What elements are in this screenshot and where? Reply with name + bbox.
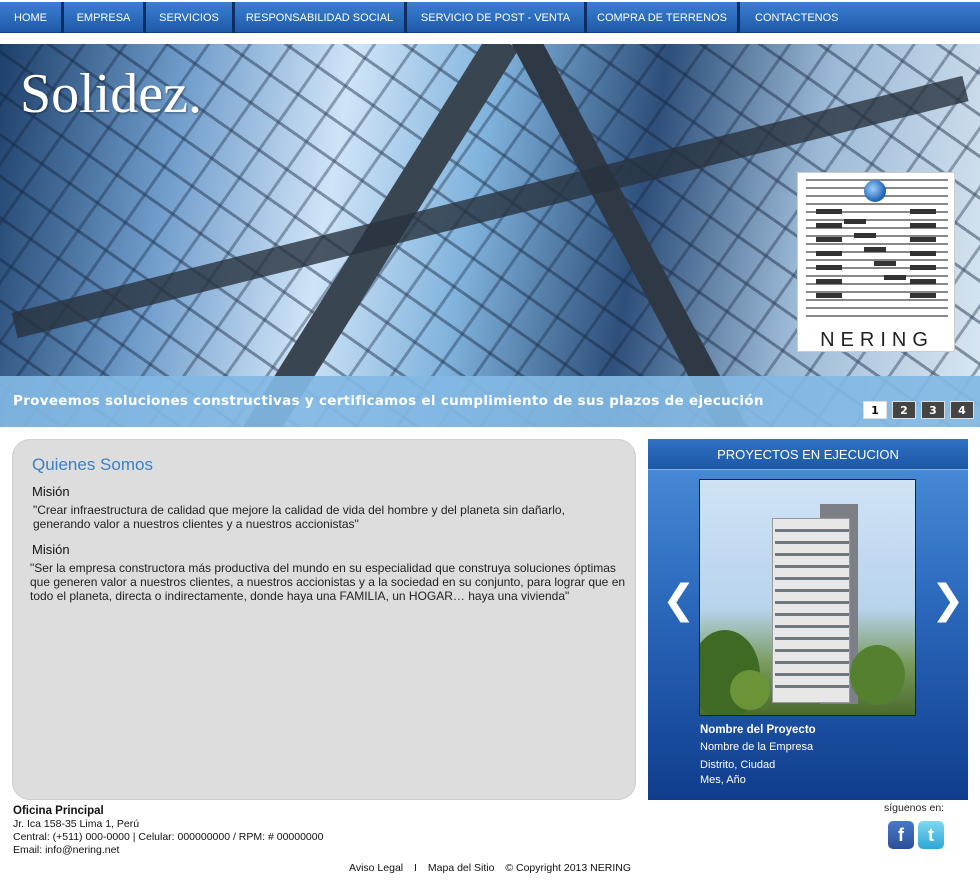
office-phones: Central: (+511) 000-0000 | Celular: 0000… (13, 831, 324, 843)
pager-button-2[interactable]: 2 (892, 401, 916, 419)
slider-pager: 1 2 3 4 (863, 401, 974, 419)
mapa-sitio-link[interactable]: Mapa del Sitio (428, 862, 495, 874)
project-location: Distrito, Ciudad (700, 759, 776, 771)
bottom-links: Aviso Legal I Mapa del Sitio © Copyright… (0, 862, 980, 874)
office-address: Jr. Ica 158-35 Lima 1, Perú (13, 818, 140, 830)
projects-heading: PROYECTOS EN EJECUCION (648, 439, 968, 470)
nav-home[interactable]: HOME (0, 2, 64, 33)
hero-title: Solidez. (20, 63, 202, 125)
logo-mark (816, 209, 936, 313)
office-title: Oficina Principal (13, 805, 104, 817)
projects-panel: PROYECTOS EN EJECUCION ❮ ❯ Nombre del Pr… (648, 439, 968, 800)
tree-shape (850, 645, 905, 705)
nering-logo: NERING (797, 172, 955, 352)
vision-text: "Ser la empresa constructora más product… (30, 561, 626, 603)
about-panel: Quienes Somos Misión "Crear infraestruct… (12, 439, 636, 800)
copyright-text: © Copyright 2013 NERING (505, 862, 631, 874)
globe-icon (864, 180, 886, 202)
project-date: Mes, Año (700, 774, 746, 786)
nav-contactenos[interactable]: CONTACTENOS (740, 2, 980, 33)
pager-button-3[interactable]: 3 (921, 401, 945, 419)
main-nav: HOME EMPRESA SERVICIOS RESPONSABILIDAD S… (0, 2, 980, 33)
chevron-right-icon[interactable]: ❯ (931, 577, 965, 623)
project-photo[interactable] (699, 479, 916, 716)
project-name: Nombre del Proyecto (700, 724, 816, 736)
link-separator: I (414, 862, 417, 874)
pager-button-1[interactable]: 1 (863, 401, 887, 419)
vision-title: Misión (32, 542, 70, 557)
follow-label: síguenos en: (884, 802, 945, 814)
nav-compra-terrenos[interactable]: COMPRA DE TERRENOS (587, 2, 740, 33)
hero-caption: Proveemos soluciones constructivas y cer… (13, 393, 764, 409)
nav-responsabilidad-social[interactable]: RESPONSABILIDAD SOCIAL (235, 2, 407, 33)
aviso-legal-link[interactable]: Aviso Legal (349, 862, 403, 874)
mision-text: "Crear infraestructura de calidad que me… (33, 503, 565, 531)
building-shape (772, 518, 850, 703)
nav-post-venta[interactable]: SERVICIO DE POST - VENTA (407, 2, 587, 33)
mision-title: Misión (32, 484, 70, 499)
facebook-icon[interactable]: f (888, 821, 914, 849)
office-email: Email: info@nering.net (13, 844, 120, 856)
hero-banner: Solidez. NERING Proveemos soluciones con… (0, 44, 980, 427)
logo-wordmark: NERING (820, 329, 934, 351)
footer-contact: Oficina Principal Jr. Ica 158-35 Lima 1,… (13, 805, 323, 857)
about-heading: Quienes Somos (32, 455, 153, 474)
project-company: Nombre de la Empresa (700, 741, 814, 753)
tree-shape (730, 670, 770, 710)
nav-servicios[interactable]: SERVICIOS (146, 2, 235, 33)
pager-button-4[interactable]: 4 (950, 401, 974, 419)
twitter-icon[interactable]: t (918, 821, 944, 849)
chevron-left-icon[interactable]: ❮ (662, 577, 696, 623)
nav-empresa[interactable]: EMPRESA (64, 2, 146, 33)
hero-caption-bar: Proveemos soluciones constructivas y cer… (0, 376, 980, 427)
